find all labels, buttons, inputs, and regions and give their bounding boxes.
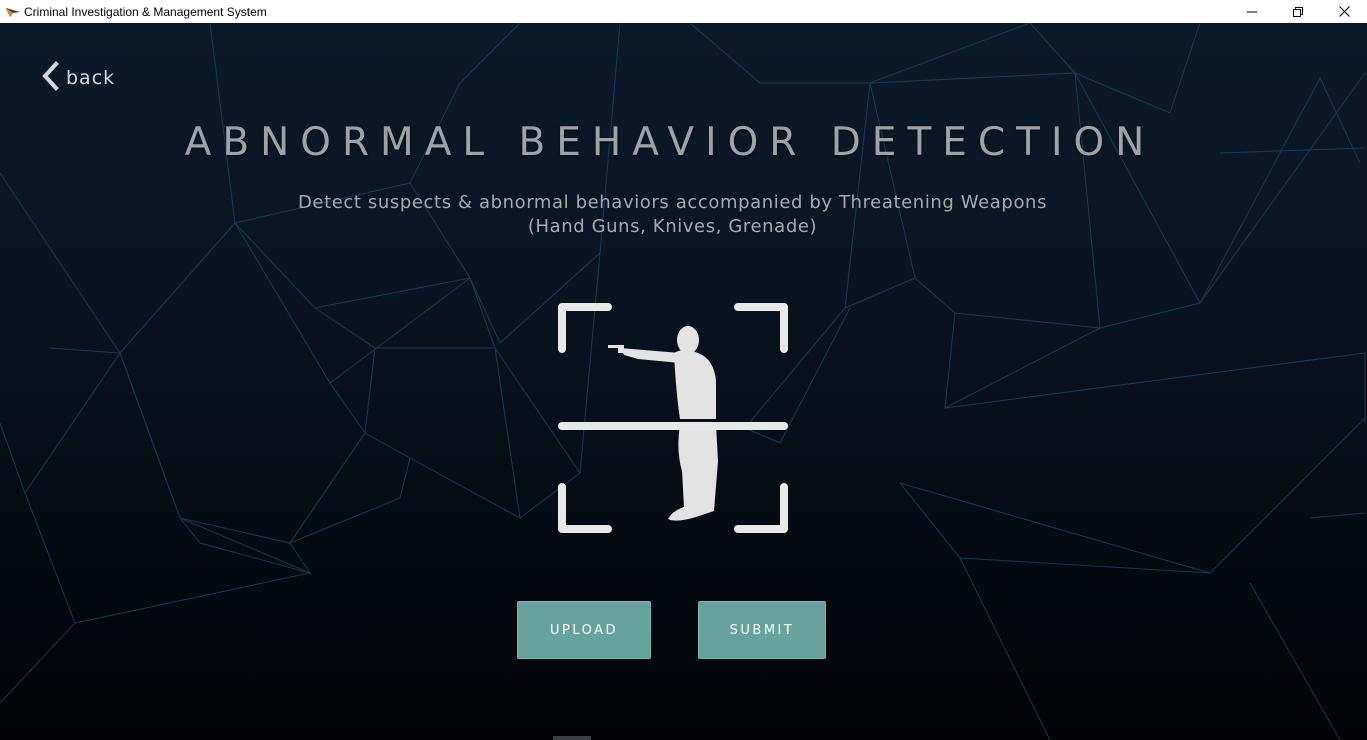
window-title: Criminal Investigation & Management Syst… bbox=[24, 4, 267, 19]
app-window: Criminal Investigation & Management Syst… bbox=[0, 0, 1367, 740]
subtitle-line-1: Detect suspects & abnormal behaviors acc… bbox=[297, 192, 1048, 213]
page-subtitle: Detect suspects & abnormal behaviors acc… bbox=[0, 191, 1345, 239]
submit-button[interactable]: SUBMIT bbox=[698, 601, 826, 659]
close-icon[interactable] bbox=[1321, 0, 1367, 23]
chevron-left-icon bbox=[40, 61, 60, 95]
scroll-indicator[interactable] bbox=[553, 736, 591, 740]
back-label: back bbox=[66, 67, 116, 89]
restore-icon[interactable] bbox=[1275, 0, 1321, 23]
upload-button[interactable]: UPLOAD bbox=[517, 601, 651, 659]
title-bar: Criminal Investigation & Management Syst… bbox=[0, 0, 1367, 23]
app-logo-icon bbox=[5, 6, 21, 18]
gunman-scan-icon bbox=[556, 301, 790, 535]
window-controls bbox=[1229, 0, 1367, 23]
minimize-icon[interactable] bbox=[1229, 0, 1275, 23]
page-title: ABNORMAL BEHAVIOR DETECTION bbox=[184, 120, 1156, 165]
subtitle-line-2: (Hand Guns, Knives, Grenade) bbox=[527, 216, 818, 237]
back-button[interactable]: back bbox=[40, 61, 115, 95]
main-panel: back ABNORMAL BEHAVIOR DETECTION Detect … bbox=[0, 23, 1367, 740]
